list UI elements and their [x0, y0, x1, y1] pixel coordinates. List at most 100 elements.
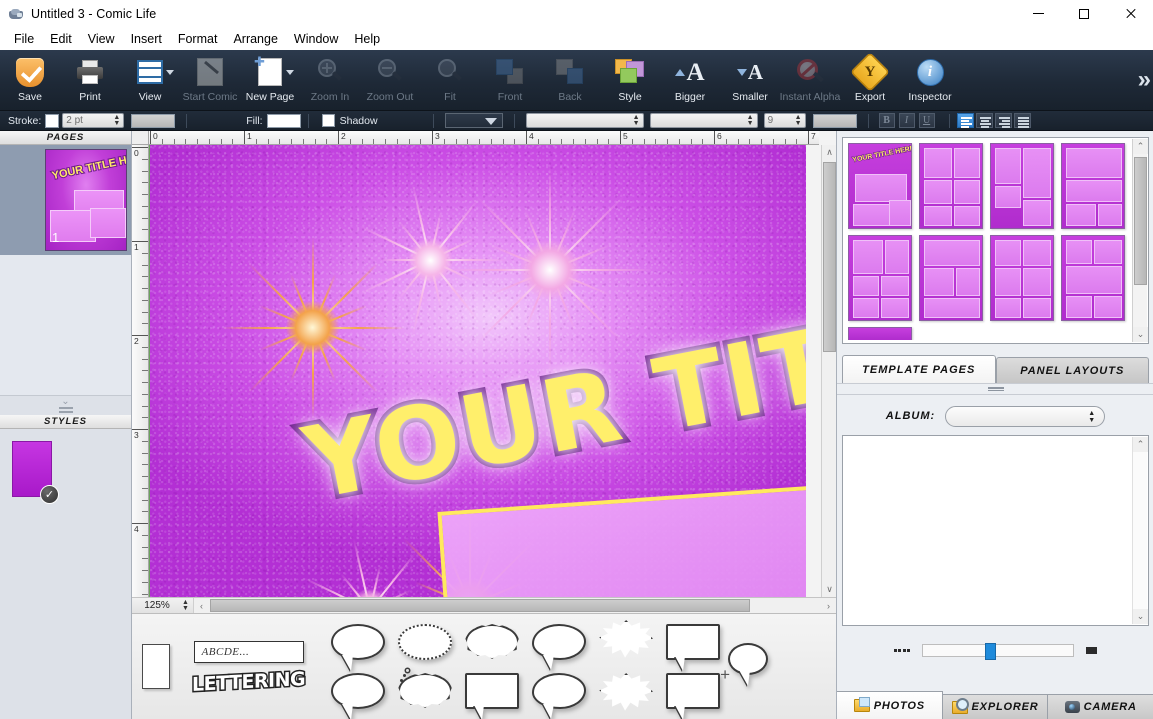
italic-button[interactable]: I — [898, 113, 915, 128]
underline-button[interactable]: U — [918, 113, 935, 128]
toolbar-button-save[interactable]: Save — [0, 50, 60, 111]
styles-panel[interactable]: ✓ — [0, 441, 131, 551]
template-pages-list[interactable]: YOUR TITLE HERE ⌃ ⌄ — [842, 137, 1149, 344]
align-button-right[interactable] — [994, 113, 1012, 128]
stroke-width-select[interactable]: 2 pt ▲ ▼ — [62, 113, 125, 128]
menu-item-insert[interactable]: Insert — [123, 30, 170, 48]
fill-color-swatch[interactable] — [266, 113, 301, 128]
chevron-down-icon[interactable] — [286, 70, 294, 75]
tab-camera[interactable]: CAMERA — [1048, 694, 1153, 719]
horizontal-scroll-thumb[interactable] — [209, 598, 750, 612]
panel-tool-icon[interactable] — [142, 644, 170, 689]
menu-item-format[interactable]: Format — [170, 30, 226, 48]
align-button-left[interactable] — [956, 113, 974, 128]
bold-button[interactable]: B — [878, 113, 895, 128]
balloon-tool-scallop-1[interactable] — [465, 624, 520, 659]
font-size-select[interactable]: 9 ▲ ▼ — [763, 113, 806, 128]
toolbar-overflow-button[interactable]: » — [1138, 66, 1152, 94]
menu-item-help[interactable]: Help — [346, 30, 388, 48]
page-thumbnail-row[interactable]: YOUR TITLE HERE 1 — [0, 145, 131, 255]
balloon-tool-cloud-2[interactable] — [532, 673, 587, 709]
scroll-up-arrow-icon[interactable]: ⌃ — [1133, 437, 1148, 452]
balloon-tool-rect-1[interactable] — [666, 624, 721, 660]
thumbnail-size-slider[interactable] — [922, 642, 1075, 660]
tab-panel-layouts[interactable]: PANEL LAYOUTS — [995, 357, 1149, 383]
scroll-right-arrow-icon[interactable]: › — [821, 598, 836, 613]
minimize-button[interactable] — [1015, 0, 1061, 27]
canvas-vertical-scrollbar[interactable]: ∧ ∨ — [821, 145, 837, 597]
font-style-select[interactable]: ▲ ▼ — [649, 113, 758, 128]
maximize-button[interactable] — [1061, 0, 1107, 27]
zoom-level-value[interactable]: 125% — [132, 600, 182, 611]
tab-template-pages[interactable]: TEMPLATE PAGES — [842, 355, 996, 383]
toolbar-button-smaller[interactable]: A Smaller — [720, 50, 780, 111]
vertical-scroll-thumb[interactable] — [823, 162, 836, 352]
photo-browser-list[interactable]: ⌃ ⌄ — [842, 435, 1149, 626]
close-button[interactable] — [1107, 0, 1153, 27]
scroll-down-arrow-icon[interactable]: ⌄ — [1133, 327, 1148, 342]
textbox-tool-icon[interactable]: ABCDE... — [193, 640, 304, 663]
tab-explorer[interactable]: EXPLORER — [942, 694, 1049, 719]
album-select[interactable]: ▲ ▼ — [945, 405, 1106, 427]
stroke-color-swatch[interactable] — [45, 113, 60, 128]
template-page-thumbnail[interactable]: YOUR TITLE HERE — [848, 143, 912, 229]
style-swatch-purple[interactable]: ✓ — [12, 441, 59, 504]
balloon-tool-oval-2[interactable] — [331, 673, 386, 709]
toolbar-button-new-page[interactable]: New Page — [240, 50, 300, 111]
balloon-tool-oval-1[interactable] — [331, 624, 386, 660]
stroke-style-preview[interactable] — [131, 113, 176, 128]
scroll-up-arrow-icon[interactable]: ⌃ — [1133, 139, 1148, 154]
add-balloon-button[interactable]: + — [720, 642, 769, 691]
balloon-tool-star-2[interactable] — [599, 673, 654, 711]
balloon-tool-scallop-2[interactable] — [398, 673, 453, 708]
template-page-thumbnail[interactable] — [1061, 143, 1125, 229]
template-page-thumbnail[interactable] — [919, 143, 983, 229]
shadow-style-dropdown[interactable] — [444, 113, 503, 128]
template-page-thumbnail[interactable] — [990, 143, 1054, 229]
balloon-tool-star-1[interactable] — [599, 620, 654, 658]
pages-panel[interactable]: YOUR TITLE HERE 1 — [0, 145, 131, 395]
template-page-thumbnail[interactable] — [990, 235, 1054, 321]
chevron-down-icon[interactable] — [166, 70, 174, 75]
scroll-up-arrow-icon[interactable]: ∧ — [822, 145, 837, 160]
slider-thumb[interactable] — [985, 642, 997, 660]
font-family-select[interactable]: ▲ ▼ — [525, 113, 644, 128]
comic-page-canvas[interactable]: YOUR TITLE HER YOURWORDSHERE — [149, 145, 806, 597]
balloon-tool-cloud-1[interactable] — [532, 624, 587, 660]
toolbar-button-style[interactable]: Style — [600, 50, 660, 111]
tab-photos[interactable]: PHOTOS — [837, 691, 943, 719]
scroll-down-arrow-icon[interactable]: ∨ — [822, 582, 837, 597]
toolbar-button-inspector[interactable]: i Inspector — [900, 50, 960, 111]
template-page-thumbnail[interactable] — [848, 327, 912, 340]
align-button-justify[interactable] — [1013, 113, 1031, 128]
text-color-swatch[interactable] — [812, 113, 857, 128]
template-page-thumbnail[interactable] — [919, 235, 983, 321]
canvas-horizontal-scrollbar[interactable]: ‹ › — [192, 597, 836, 614]
menu-item-arrange[interactable]: Arrange — [225, 30, 285, 48]
balloon-tool-dotted-1[interactable] — [398, 624, 453, 660]
menu-item-file[interactable]: File — [6, 30, 42, 48]
shadow-checkbox[interactable] — [321, 114, 335, 127]
template-page-thumbnail[interactable] — [1061, 235, 1125, 321]
scroll-left-arrow-icon[interactable]: ‹ — [193, 598, 209, 613]
scroll-down-arrow-icon[interactable]: ⌄ — [1133, 609, 1148, 624]
align-button-center[interactable] — [975, 113, 993, 128]
right-panel-splitter[interactable] — [837, 383, 1153, 395]
lettering-tool-icon[interactable]: LETTERING — [191, 666, 307, 697]
toolbar-button-print[interactable]: Print — [60, 50, 120, 111]
photo-scrollbar[interactable]: ⌃ ⌄ — [1132, 437, 1148, 624]
pages-styles-splitter[interactable]: ⌄ — [0, 395, 131, 415]
horizontal-ruler[interactable]: 0 1 2 3 4 5 6 7 — [149, 131, 819, 145]
template-scroll-thumb[interactable] — [1134, 157, 1147, 285]
zoom-stepper[interactable]: ▲ ▼ — [182, 599, 189, 612]
balloon-tool-rect-2[interactable] — [666, 673, 721, 709]
template-scrollbar[interactable]: ⌃ ⌄ — [1132, 139, 1148, 342]
toolbar-button-view[interactable]: View — [120, 50, 180, 111]
vertical-ruler[interactable]: 0 1 2 3 4 — [132, 145, 149, 597]
menu-item-view[interactable]: View — [80, 30, 123, 48]
template-page-thumbnail[interactable] — [848, 235, 912, 321]
menu-item-window[interactable]: Window — [286, 30, 346, 48]
toolbar-button-export[interactable]: Export — [840, 50, 900, 111]
menu-item-edit[interactable]: Edit — [42, 30, 80, 48]
toolbar-button-bigger[interactable]: A Bigger — [660, 50, 720, 111]
